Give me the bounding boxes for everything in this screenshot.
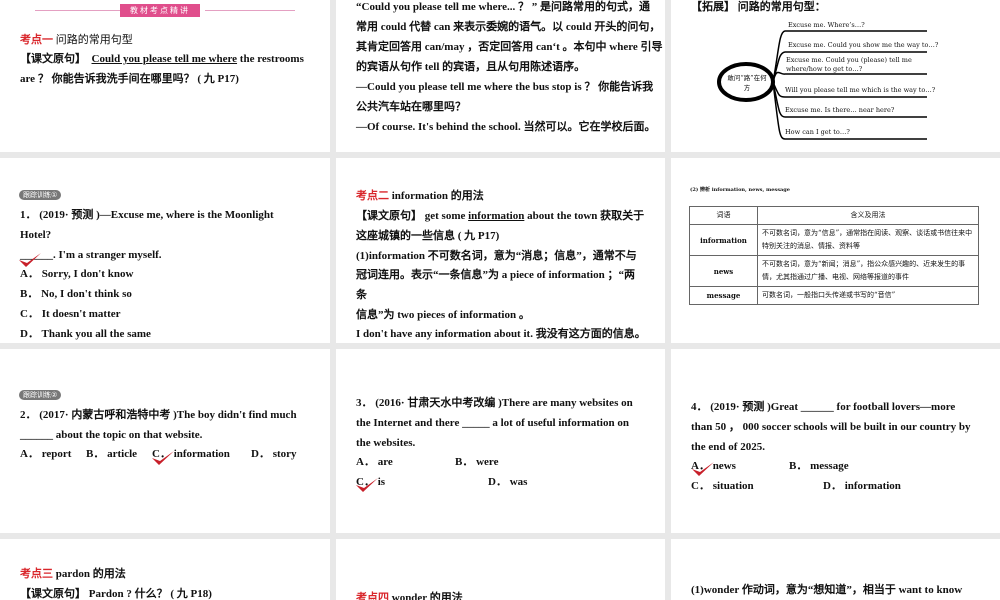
question: the websites. (356, 437, 416, 449)
question: 3． (2016· 甘肃天水中考改编 )There are many websi… (356, 397, 633, 409)
orig-sentence: Could you please tell me where (91, 53, 238, 65)
branch: Excuse me. Could you show me the way to…… (788, 41, 939, 49)
point-title: 问路的常用句型 (55, 34, 133, 46)
branch: Excuse me. Could you (please) tell me (786, 56, 912, 64)
question: 1． (2019· 预测 )—Excuse me, where is the M… (20, 209, 274, 221)
slide-3[interactable]: 【拓展】 问路的常用句型： 敢问“路”在何方 Excuse me. Where’… (671, 0, 1000, 152)
table-header: 含义及用法 (757, 206, 979, 225)
branch: Excuse me. Is there… near here? (785, 106, 895, 114)
word-cell: message (689, 286, 758, 305)
option-d[interactable]: D． story (251, 444, 297, 464)
text-line: —Of course. It's behind the school. 当然可以… (356, 121, 656, 133)
text-line: —Could you please tell me where the bus … (356, 81, 654, 93)
check-icon (151, 449, 175, 467)
slide-4[interactable]: 跟踪训练① 1． (2019· 预测 )—Excuse me, where is… (0, 158, 330, 343)
desc-cell: 可数名词，一般指口头传递或书写的“音信” (757, 286, 979, 305)
table-row: message 可数名词，一般指口头传递或书写的“音信” (689, 286, 979, 305)
question: ______ about the topic on that website. (20, 429, 203, 441)
text-line: 冠词连用。表示“一条信息”为 a piece of information ；“… (356, 269, 635, 281)
slide-8[interactable]: 3． (2016· 甘肃天水中考改编 )There are many websi… (336, 349, 665, 533)
point-title: wonder 的用法 (389, 592, 463, 600)
text-line: 的宾语从句作 tell 的宾语，且从句用陈述语序。 (356, 61, 586, 73)
text-line: 公共汽车站在哪里吗？ (356, 101, 466, 113)
table-row: news 不可数名词，意为“新闻；消息”，指公众感兴趣的、近来发生的事情，尤其指通… (689, 255, 979, 287)
comparison-table: 词语 含义及用法 information 不可数名词，意为“信息”，通常指在阅读、观… (689, 206, 979, 305)
option-a[interactable]: A． report (20, 444, 71, 464)
practice-badge: 跟踪训练② (19, 390, 62, 400)
slide-6[interactable]: (2) 辨析 information, news, message 词语 含义及用… (671, 158, 1000, 343)
point-tag: 考点四 (356, 592, 389, 600)
slide-5[interactable]: 考点二 information 的用法 【课文原句】 get some info… (336, 158, 665, 343)
banner-line (35, 10, 120, 11)
slide-12[interactable]: (1)wonder 作动词，意为“想知道”，相当于 want to know (671, 539, 1000, 600)
branch: Excuse me. Where’s…? (788, 21, 865, 29)
option-a[interactable]: A． are (356, 452, 393, 472)
option-d[interactable]: D． Thank you all the same (20, 324, 151, 343)
orig-sentence-rest: about the town 获取关于 (524, 210, 645, 222)
desc-cell: 不可数名词，意为“新闻；消息”，指公众感兴趣的、近来发生的事情，尤其指通过广播、… (757, 255, 979, 287)
question: 4． (2019· 预测 )Great ______ for football … (691, 401, 956, 413)
orig-tag: 【课文原句】 (356, 210, 422, 222)
branch: Will you please tell me which is the way… (785, 86, 936, 94)
check-icon (355, 476, 379, 494)
check-icon (691, 460, 715, 478)
point-tag: 考点三 (20, 568, 53, 580)
branch: How can I get to…? (785, 128, 850, 136)
orig-keyword: information (468, 210, 525, 222)
option-c[interactable]: C． situation (691, 476, 754, 496)
question: the end of 2025. (691, 441, 765, 453)
banner-line (205, 10, 295, 11)
orig-tag: 【课文原句】 (20, 53, 86, 65)
option-b[interactable]: B． were (455, 452, 498, 472)
orig-sentence: Pardon ? 什么？ ( 九 P18) (86, 588, 212, 600)
slide-7[interactable]: 跟踪训练② 2． (2017· 内蒙古呼和浩特中考 )The boy didn'… (0, 349, 330, 533)
orig-translation: are ？ 你能告诉我洗手间在哪里吗？ ( 九 P17) (20, 73, 239, 85)
question: than 50 ， 000 soccer schools will be bui… (691, 421, 971, 433)
desc-cell: 不可数名词，意为“信息”，通常指在阅读、观察、谈话或书信往来中特别关注的消息、情… (757, 224, 979, 256)
option-b[interactable]: B． article (86, 444, 137, 464)
text-line: 其肯定回答用 can/may ，否定回答用 can‘t 。本句中 where 引… (356, 41, 663, 53)
branch: where/how to get to…? (786, 65, 863, 73)
table-caption: (2) 辨析 information, news, message (690, 187, 790, 193)
section-banner: 教材考点精讲 (120, 4, 200, 17)
point-title: information 的用法 (389, 190, 484, 202)
slide-1[interactable]: 教材考点精讲 考点一 问路的常用句型 【课文原句】 Could you plea… (0, 0, 330, 152)
slide-10[interactable]: 考点三 pardon 的用法 【课文原句】 Pardon ? 什么？ ( 九 P… (0, 539, 330, 600)
text-line: (1)wonder 作动词，意为“想知道”，相当于 want to know (691, 584, 963, 596)
orig-sentence: get some (422, 210, 469, 222)
word-cell: information (689, 224, 758, 256)
text-line: “Could you please tell me where... ？ ” 是… (356, 1, 651, 13)
point-title: pardon 的用法 (53, 568, 126, 580)
slide-9[interactable]: 4． (2019· 预测 )Great ______ for football … (671, 349, 1000, 533)
table-header: 词语 (689, 206, 758, 225)
option-a[interactable]: A． Sorry, I don't know (20, 264, 133, 284)
text-line: I don't have any information about it. 我… (356, 328, 646, 340)
slide-11[interactable]: 考点四 wonder 的用法 (336, 539, 665, 600)
option-b[interactable]: B． No, I don't think so (20, 284, 132, 304)
mind-map-center: 敢问“路”在何方 (727, 74, 767, 92)
slide-2[interactable]: “Could you please tell me where... ？ ” 是… (336, 0, 665, 152)
text-line: (1)information 不可数名词，意为“消息；信息”，通常不与 (356, 250, 637, 262)
text-line: 这座城镇的一些信息 ( 九 P17) (356, 230, 500, 242)
table-row: information 不可数名词，意为“信息”，通常指在阅读、观察、谈话或书信往… (689, 224, 979, 256)
option-d[interactable]: D． was (488, 472, 527, 492)
practice-badge: 跟踪训练① (19, 190, 62, 200)
option-d[interactable]: D． information (823, 476, 901, 496)
point-tag: 考点一 (20, 34, 53, 46)
orig-sentence-rest: the restrooms (237, 53, 304, 65)
text-line: 信息”为 two pieces of information 。 (356, 309, 530, 321)
point-tag: 考点二 (356, 190, 389, 202)
option-b[interactable]: B． message (789, 456, 849, 476)
text-line: 常用 could 代替 can 来表示委婉的语气。以 could 开头的问句， (356, 21, 661, 33)
text-line: 条 (356, 289, 367, 301)
option-c[interactable]: C． It doesn't matter (20, 304, 121, 324)
question: the Internet and there _____ a lot of us… (356, 417, 629, 429)
question: Hotel? (20, 229, 52, 241)
word-cell: news (689, 255, 758, 287)
orig-tag: 【课文原句】 (20, 588, 86, 600)
question: 2． (2017· 内蒙古呼和浩特中考 )The boy didn't find… (20, 409, 297, 421)
